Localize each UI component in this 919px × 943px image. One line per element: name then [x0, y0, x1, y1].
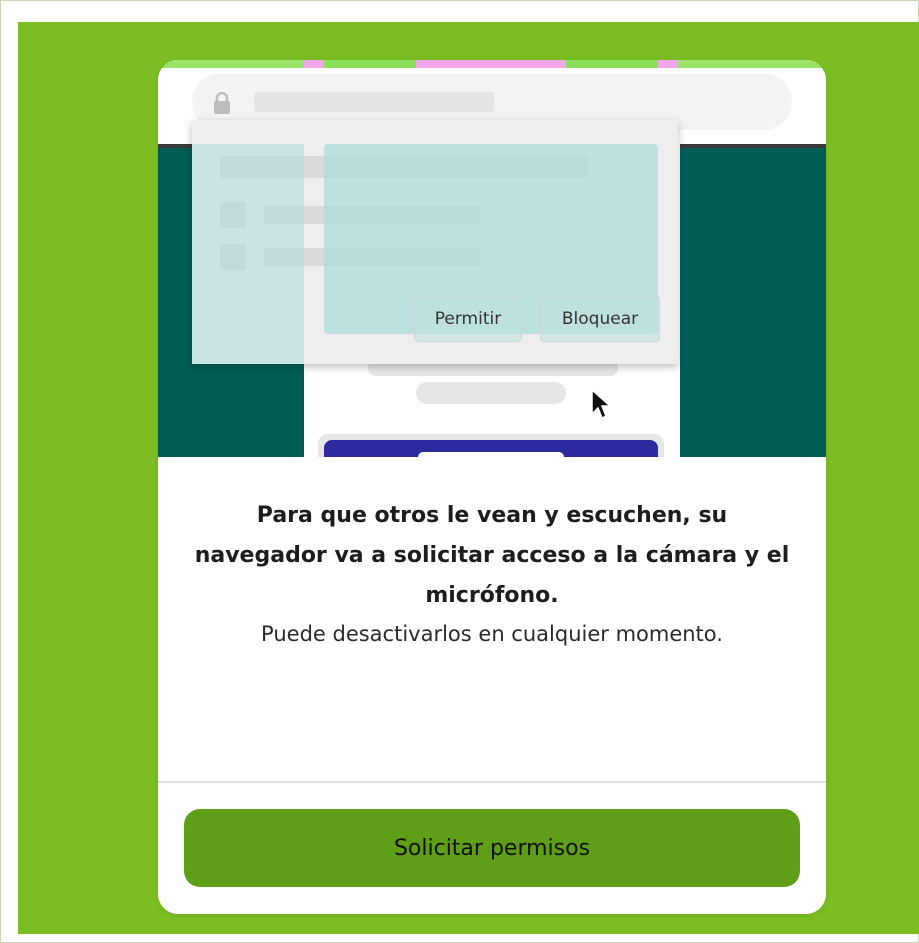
- url-placeholder: [254, 92, 494, 112]
- permission-message: Para que otros le vean y escuchen, su na…: [158, 496, 826, 652]
- inner-text-placeholder: [416, 382, 566, 404]
- top-color-strip: [158, 60, 826, 68]
- divider: [158, 781, 826, 783]
- permit-button: Permitir: [414, 296, 522, 342]
- lock-icon: [214, 92, 230, 114]
- message-bold: Para que otros le vean y escuchen, su na…: [194, 503, 790, 608]
- inner-button-label-placeholder: [418, 452, 564, 457]
- highlight-overlay: [192, 144, 304, 364]
- permission-card: Permitir Bloquear Para que otros le vean…: [158, 60, 826, 914]
- mouse-pointer-icon: [591, 388, 612, 420]
- block-button: Bloquear: [540, 296, 660, 342]
- message-subtext: Puede desactivarlos en cualquier momento…: [261, 622, 723, 646]
- browser-permission-illustration: Permitir Bloquear: [158, 60, 826, 457]
- request-permissions-button[interactable]: Solicitar permisos: [184, 809, 800, 887]
